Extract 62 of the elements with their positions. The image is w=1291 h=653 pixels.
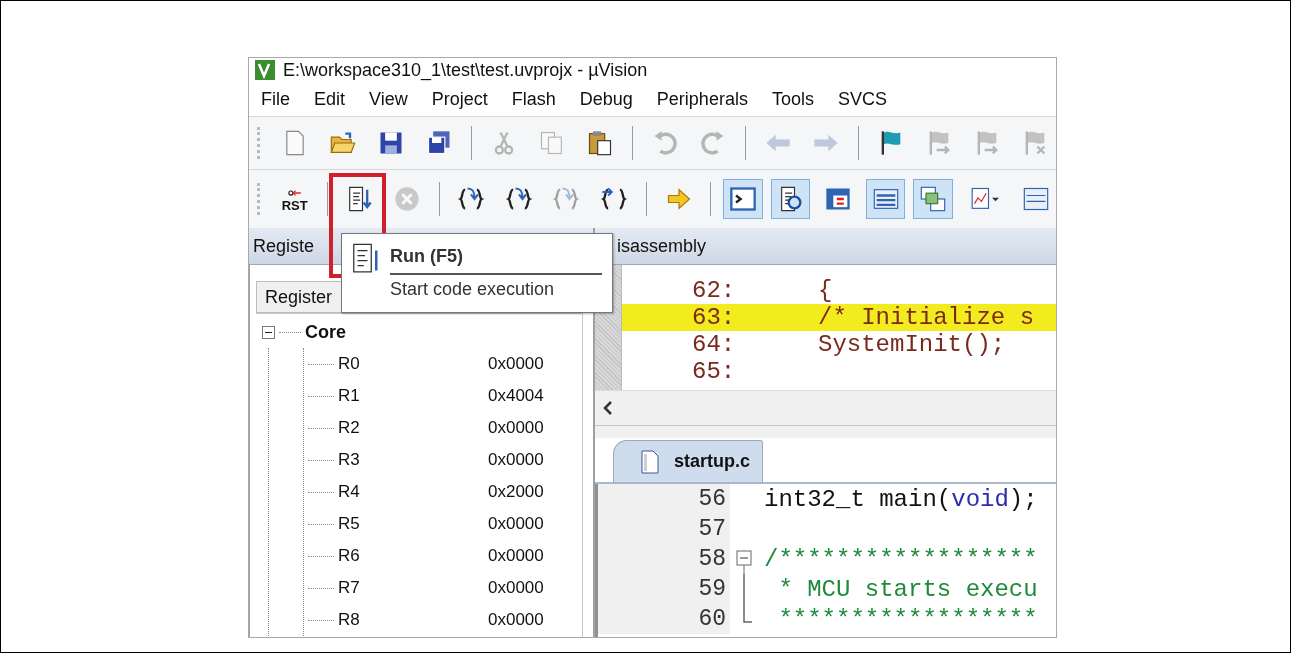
chevron-left-icon[interactable] xyxy=(603,400,613,416)
line-number: 65: xyxy=(691,358,737,385)
tooltip-title: Run (F5) xyxy=(390,240,602,275)
menu-item[interactable]: Edit xyxy=(304,84,360,114)
window-title: E:\workspace310_1\test\test.uvprojx - µVision xyxy=(283,59,648,81)
window-icon xyxy=(1022,185,1051,213)
register-value: 0x0000 xyxy=(488,450,544,470)
paste-icon xyxy=(586,129,614,157)
toolbar-button[interactable]: RST xyxy=(274,179,315,219)
line-number: 63: xyxy=(691,304,737,331)
register-value: 0x0000 xyxy=(488,354,544,374)
collapse-toggle-icon[interactable] xyxy=(262,325,275,339)
code-comment: ****************** xyxy=(777,605,1038,633)
code-comment: * MCU starts execu xyxy=(777,575,1038,603)
register-name: R4 xyxy=(338,482,361,502)
command-window-icon xyxy=(729,185,758,213)
register-name: R2 xyxy=(338,418,361,438)
register-value: 0x2000 xyxy=(488,482,544,502)
tooltip-description: Start code execution xyxy=(390,278,556,300)
register-name: R8 xyxy=(338,610,361,630)
register-name: R5 xyxy=(338,514,361,534)
register-name: R6 xyxy=(338,546,361,566)
stop-icon xyxy=(392,185,421,213)
menu-item[interactable]: Peripherals xyxy=(646,84,762,114)
line-number: 57 xyxy=(598,514,730,544)
menu-item[interactable]: View xyxy=(359,84,422,114)
code-comment: /****************** xyxy=(763,545,1038,573)
register-value: 0x0000 xyxy=(488,418,544,438)
pane-header: isassembly xyxy=(595,228,1056,265)
line-number: 56 xyxy=(598,484,730,514)
line-number: 59 xyxy=(598,574,730,604)
register-name: R0 xyxy=(338,354,361,374)
menu-item[interactable]: Flash xyxy=(501,84,570,114)
register-name: R1 xyxy=(338,386,361,406)
tree-group-label[interactable]: Core xyxy=(305,321,346,343)
menu-item[interactable]: Tools xyxy=(761,84,828,114)
register-name: R3 xyxy=(338,450,361,470)
file-icon xyxy=(640,449,660,474)
horizontal-scrollbar[interactable] xyxy=(595,390,1056,425)
register-name: R7 xyxy=(338,578,361,598)
register-value: 0x0000 xyxy=(488,610,544,630)
menu-item[interactable]: SVCS xyxy=(827,84,901,114)
line-number: 58 xyxy=(598,544,730,574)
register-value: 0x0000 xyxy=(488,546,544,566)
line-number: 60 xyxy=(598,604,730,634)
menu-item[interactable]: File xyxy=(251,84,304,114)
menu-item[interactable]: Project xyxy=(421,84,502,114)
stacked-windows-icon xyxy=(919,185,948,213)
code-text: { xyxy=(818,277,833,304)
save-all-icon xyxy=(425,129,453,157)
code-text: /* Initialize s xyxy=(818,304,1035,331)
toolbar-button[interactable] xyxy=(770,179,811,219)
registers-tab[interactable]: Register xyxy=(256,281,344,313)
register-value: 0x4004 xyxy=(488,386,544,406)
menu-item[interactable]: Debug xyxy=(569,84,647,114)
register-value: 0x0000 xyxy=(488,578,544,598)
code-text: SystemInit(); xyxy=(818,331,1006,358)
code-text: int32_t main(void); xyxy=(763,485,1038,513)
register-value: 0x0000 xyxy=(488,514,544,534)
file-tab[interactable]: startup.c xyxy=(613,440,764,482)
line-number: 64: xyxy=(691,331,737,358)
line-number: 62: xyxy=(691,277,737,304)
